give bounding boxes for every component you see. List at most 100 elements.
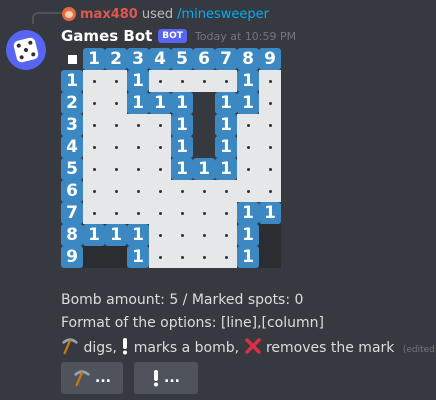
number-cell: 1 — [83, 224, 105, 246]
row-header: 3 — [61, 114, 83, 136]
revealed-cell — [259, 92, 281, 114]
exclamation-icon — [154, 370, 159, 387]
edited-marker: (edited) — [402, 345, 436, 355]
legend-removes: removes the mark — [265, 340, 395, 356]
reply-reference[interactable]: max480 used /minesweeper — [62, 5, 269, 23]
column-header: 9 — [259, 48, 281, 70]
empty-cell — [193, 92, 215, 114]
exclamation-icon — [123, 338, 128, 355]
number-cell: 1 — [237, 224, 259, 246]
reply-username[interactable]: max480 — [80, 7, 138, 22]
revealed-cell — [215, 246, 237, 268]
number-cell: 1 — [127, 70, 149, 92]
revealed-cell — [105, 136, 127, 158]
revealed-cell — [127, 136, 149, 158]
hidden-cell — [259, 246, 281, 268]
number-cell: 1 — [215, 114, 237, 136]
revealed-cell — [83, 70, 105, 92]
revealed-cell — [259, 180, 281, 202]
number-cell: 1 — [215, 92, 237, 114]
revealed-cell — [193, 246, 215, 268]
number-cell: 1 — [215, 136, 237, 158]
legend-digs: digs, — [83, 340, 117, 356]
number-cell: 1 — [105, 224, 127, 246]
reply-spine — [32, 12, 62, 24]
row-header: 4 — [61, 136, 83, 158]
revealed-cell — [149, 224, 171, 246]
row-header: 1 — [61, 70, 83, 92]
bot-avatar[interactable] — [6, 30, 46, 70]
number-cell: 1 — [171, 158, 193, 180]
pickaxe-icon — [74, 370, 90, 387]
hidden-cell — [83, 246, 105, 268]
revealed-cell — [149, 114, 171, 136]
revealed-cell — [215, 224, 237, 246]
author-name[interactable]: Games Bot — [61, 27, 152, 45]
number-cell: 1 — [237, 246, 259, 268]
bot-tag: BOT — [158, 29, 187, 43]
revealed-cell — [105, 70, 127, 92]
revealed-cell — [105, 114, 127, 136]
revealed-cell — [105, 180, 127, 202]
revealed-cell — [149, 246, 171, 268]
revealed-cell — [215, 202, 237, 224]
hidden-cell — [105, 246, 127, 268]
revealed-cell — [105, 202, 127, 224]
revealed-cell — [193, 224, 215, 246]
message-header: Games Bot BOT Today at 10:59 PM — [61, 26, 296, 46]
pickaxe-icon — [62, 338, 78, 355]
empty-cell — [193, 136, 215, 158]
revealed-cell — [149, 202, 171, 224]
legend-line: digs, marks a bomb, removes the mark (ed… — [61, 337, 436, 356]
message-timestamp[interactable]: Today at 10:59 PM — [195, 30, 296, 43]
bomb-amount-line: Bomb amount: 5 / Marked spots: 0 — [61, 292, 304, 308]
empty-cell — [193, 114, 215, 136]
revealed-cell — [237, 158, 259, 180]
dig-button-label: ... — [95, 370, 111, 386]
revealed-cell — [259, 114, 281, 136]
revealed-cell — [149, 158, 171, 180]
number-cell: 1 — [215, 158, 237, 180]
revealed-cell — [127, 158, 149, 180]
revealed-cell — [193, 70, 215, 92]
reply-command[interactable]: /minesweeper — [177, 7, 269, 22]
column-header: 3 — [127, 48, 149, 70]
revealed-cell — [215, 180, 237, 202]
format-line: Format of the options: [line],[column] — [61, 315, 324, 331]
revealed-cell — [83, 136, 105, 158]
revealed-cell — [127, 114, 149, 136]
number-cell: 1 — [127, 246, 149, 268]
number-cell: 1 — [193, 158, 215, 180]
number-cell: 1 — [171, 114, 193, 136]
mark-button[interactable]: ... — [134, 362, 198, 394]
mark-button-label: ... — [164, 370, 180, 386]
revealed-cell — [105, 158, 127, 180]
revealed-cell — [259, 136, 281, 158]
row-header: 6 — [61, 180, 83, 202]
revealed-cell — [83, 158, 105, 180]
row-header: 9 — [61, 246, 83, 268]
red-x-icon — [244, 338, 261, 354]
revealed-cell — [149, 180, 171, 202]
dig-button[interactable]: ... — [61, 362, 123, 394]
number-cell: 1 — [237, 92, 259, 114]
column-header: 4 — [149, 48, 171, 70]
column-header: 5 — [171, 48, 193, 70]
number-cell: 1 — [237, 202, 259, 224]
number-cell: 1 — [171, 136, 193, 158]
revealed-cell — [127, 180, 149, 202]
number-cell: 1 — [127, 224, 149, 246]
row-header: 2 — [61, 92, 83, 114]
revealed-cell — [149, 136, 171, 158]
revealed-cell — [83, 92, 105, 114]
revealed-cell — [193, 180, 215, 202]
revealed-cell — [171, 70, 193, 92]
revealed-cell — [83, 202, 105, 224]
reply-used-text: used — [141, 6, 174, 22]
reply-avatar[interactable] — [62, 7, 76, 21]
board-corner — [61, 48, 83, 70]
number-cell: 1 — [127, 92, 149, 114]
revealed-cell — [149, 70, 171, 92]
revealed-cell — [105, 92, 127, 114]
revealed-cell — [237, 114, 259, 136]
